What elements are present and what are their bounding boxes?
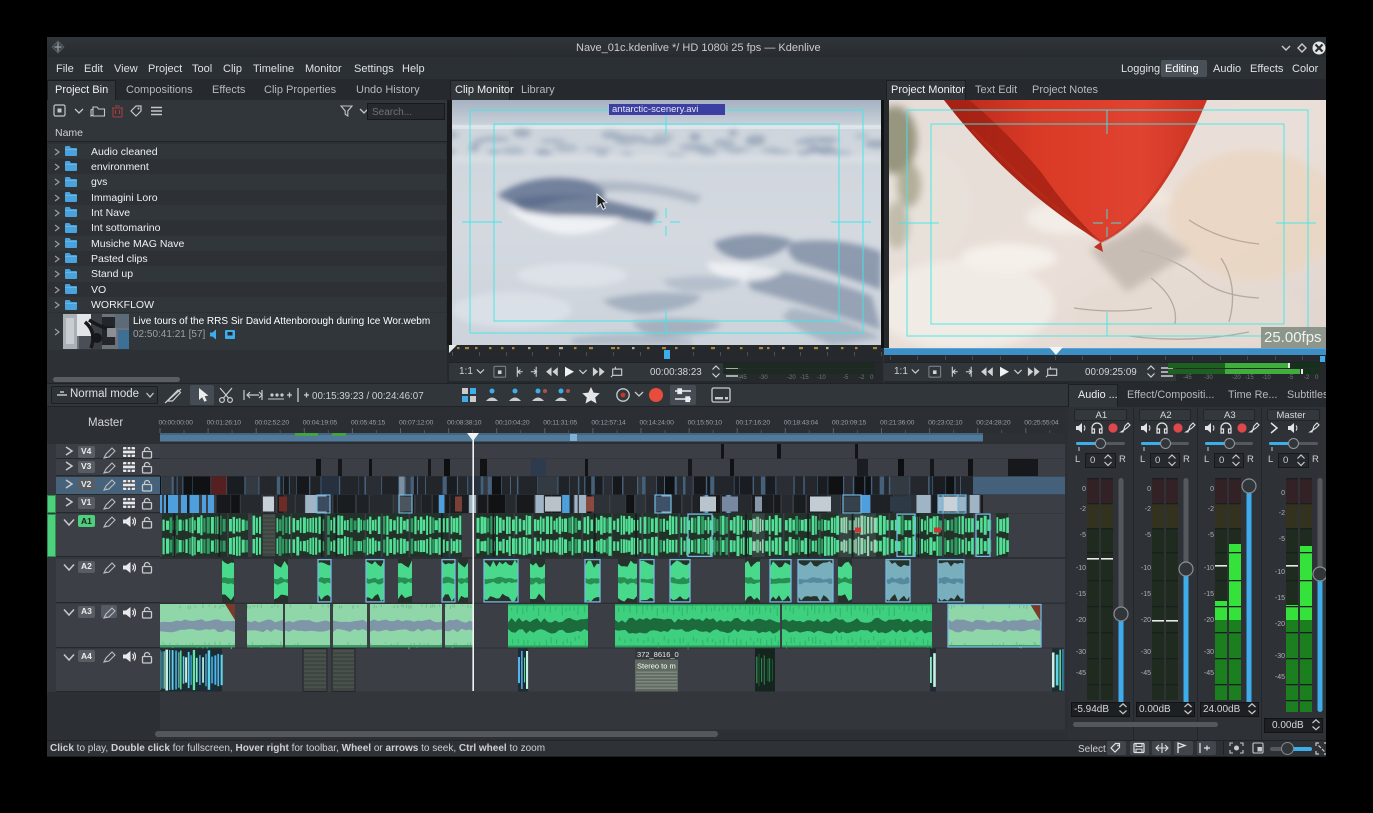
- svg-text:Stereo to m: Stereo to m: [637, 662, 676, 671]
- svg-text:372_8616_0: 372_8616_0: [637, 650, 679, 659]
- svg-text:-30: -30: [1141, 649, 1151, 656]
- svg-text:0: 0: [1210, 486, 1214, 493]
- svg-text:00:12:57:14: 00:12:57:14: [591, 420, 626, 427]
- svg-text:-20: -20: [1141, 617, 1151, 624]
- svg-text:-45: -45: [1141, 670, 1151, 677]
- svg-text:00:01:26:10: 00:01:26:10: [207, 420, 242, 427]
- svg-text:-5: -5: [1145, 532, 1151, 539]
- svg-text:00:18:43:04: 00:18:43:04: [784, 420, 819, 427]
- svg-text:00:20:09:15: 00:20:09:15: [832, 420, 867, 427]
- svg-text:-2: -2: [1080, 506, 1086, 513]
- svg-text:-45: -45: [1275, 674, 1285, 681]
- svg-text:00:15:50:10: 00:15:50:10: [688, 420, 723, 427]
- svg-text:-15: -15: [1141, 591, 1151, 598]
- svg-text:-30: -30: [1204, 649, 1214, 656]
- svg-text:-5: -5: [1208, 532, 1214, 539]
- svg-text:0: 0: [1082, 486, 1086, 493]
- svg-text:00:08:38:10: 00:08:38:10: [447, 420, 482, 427]
- svg-text:-10: -10: [1275, 569, 1285, 576]
- svg-text:-15: -15: [1204, 591, 1214, 598]
- svg-text:00:10:04:20: 00:10:04:20: [495, 420, 530, 427]
- svg-text:00:24:28:20: 00:24:28:20: [976, 420, 1011, 427]
- svg-text:-15: -15: [1275, 595, 1285, 602]
- svg-text:-10: -10: [1204, 565, 1214, 572]
- svg-text:00:04:19:05: 00:04:19:05: [303, 420, 338, 427]
- svg-text:0: 0: [1147, 486, 1151, 493]
- svg-text:-2: -2: [1208, 506, 1214, 513]
- svg-text:0: 0: [1281, 490, 1285, 497]
- svg-text:-2: -2: [1279, 510, 1285, 517]
- svg-text:-10: -10: [1141, 565, 1151, 572]
- svg-text:-5: -5: [1279, 536, 1285, 543]
- svg-text:-15: -15: [1076, 591, 1086, 598]
- svg-text:00:02:52:20: 00:02:52:20: [255, 420, 290, 427]
- svg-text:-10: -10: [1076, 565, 1086, 572]
- svg-text:00:21:36:00: 00:21:36:00: [880, 420, 915, 427]
- svg-text:-30: -30: [1275, 653, 1285, 660]
- svg-text:00:23:02:10: 00:23:02:10: [928, 420, 963, 427]
- svg-text:00:17:16:20: 00:17:16:20: [736, 420, 771, 427]
- svg-text:-20: -20: [1076, 617, 1086, 624]
- svg-text:-5: -5: [1080, 532, 1086, 539]
- svg-text:00:05:45:15: 00:05:45:15: [351, 420, 386, 427]
- svg-text:-20: -20: [1275, 621, 1285, 628]
- svg-text:00:14:24:00: 00:14:24:00: [640, 420, 675, 427]
- svg-text:-2: -2: [1145, 506, 1151, 513]
- svg-text:-20: -20: [1204, 617, 1214, 624]
- svg-text:00:25:55:04: 00:25:55:04: [1024, 420, 1059, 427]
- svg-text:00:00:00:00: 00:00:00:00: [159, 420, 194, 427]
- svg-text:00:07:12:00: 00:07:12:00: [399, 420, 434, 427]
- svg-text:00:11:31:05: 00:11:31:05: [543, 420, 577, 427]
- svg-text:-45: -45: [1204, 670, 1214, 677]
- svg-text:-45: -45: [1076, 670, 1086, 677]
- svg-text:-30: -30: [1076, 649, 1086, 656]
